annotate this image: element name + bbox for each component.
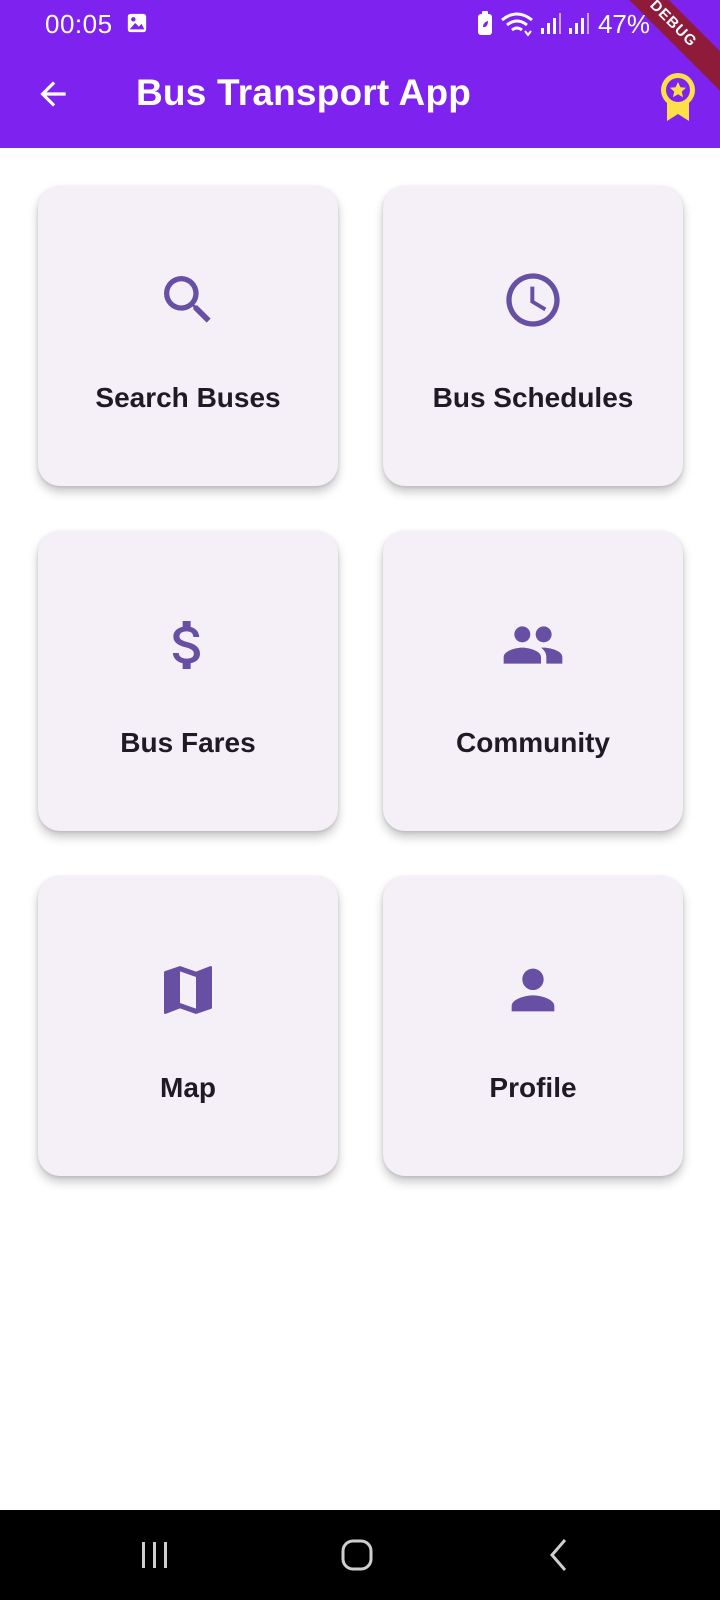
dollar-icon bbox=[172, 621, 200, 669]
profile-card[interactable]: Profile bbox=[383, 876, 683, 1176]
card-label: Map bbox=[160, 1072, 216, 1103]
award-icon[interactable] bbox=[658, 72, 698, 122]
card-label: Search Buses bbox=[95, 382, 281, 413]
card-label: Profile bbox=[489, 1072, 577, 1103]
system-nav-bar bbox=[0, 1510, 720, 1600]
wifi-icon bbox=[501, 12, 533, 37]
status-icons: 47% bbox=[476, 8, 650, 40]
search-buses-card[interactable]: Search Buses bbox=[38, 186, 338, 486]
app-bar: 00:05 47% Bus Transport App bbox=[0, 0, 720, 148]
status-time: 00:05 bbox=[45, 9, 113, 39]
card-label: Community bbox=[456, 727, 610, 758]
search-icon bbox=[164, 276, 211, 323]
clock-icon bbox=[506, 273, 560, 327]
card-label: Bus Schedules bbox=[432, 382, 634, 413]
home-icon[interactable] bbox=[334, 1532, 380, 1578]
map-card[interactable]: Map bbox=[38, 876, 338, 1176]
map-icon bbox=[164, 966, 212, 1014]
gallery-icon bbox=[127, 13, 147, 33]
bus-fares-card[interactable]: Bus Fares bbox=[38, 531, 338, 831]
back-arrow-icon[interactable] bbox=[34, 75, 72, 113]
battery-saver-icon bbox=[477, 11, 492, 35]
page-title: Bus Transport App bbox=[136, 72, 472, 113]
signal-icon-2 bbox=[568, 13, 589, 34]
bus-schedules-card[interactable]: Bus Schedules bbox=[383, 186, 683, 486]
card-label: Bus Fares bbox=[120, 727, 256, 758]
people-icon bbox=[503, 626, 563, 664]
signal-icon bbox=[540, 13, 561, 34]
status-bar: 00:05 47% bbox=[0, 0, 720, 48]
community-card[interactable]: Community bbox=[383, 531, 683, 831]
recents-icon[interactable] bbox=[132, 1532, 178, 1578]
nav-back-icon[interactable] bbox=[537, 1532, 583, 1578]
person-icon bbox=[511, 968, 555, 1012]
